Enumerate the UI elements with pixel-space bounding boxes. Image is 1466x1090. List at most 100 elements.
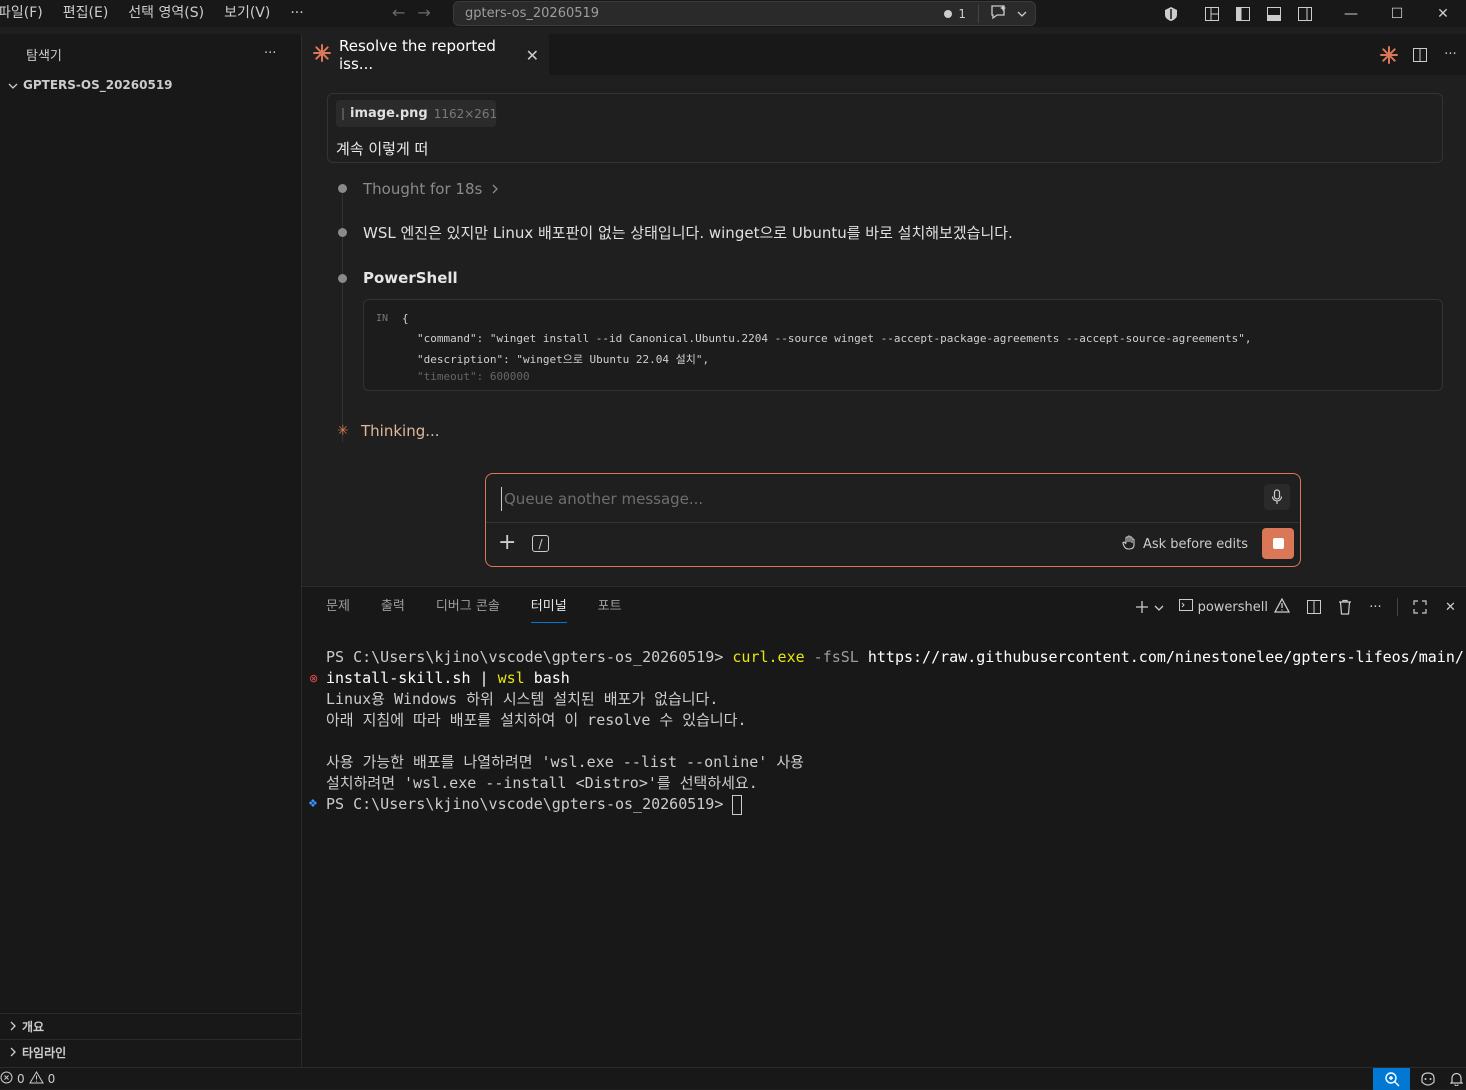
sidebar-header: 탐색기 ···: [0, 34, 301, 74]
close-tab-icon[interactable]: ✕: [526, 46, 539, 65]
back-arrow-icon[interactable]: ←: [392, 3, 405, 22]
tool-input-block[interactable]: IN { "command": "winget install --id Can…: [363, 299, 1443, 391]
more-actions-icon[interactable]: ···: [1435, 47, 1466, 62]
chevron-right-icon: [10, 1046, 16, 1060]
assistant-response: WSL 엔진은 있지만 Linux 배포판이 없는 상태입니다. winget으…: [363, 224, 1013, 242]
terminal-command: curl.exe: [732, 648, 805, 666]
timeline-dot: [338, 228, 347, 237]
terminal-cursor: [732, 794, 743, 815]
error-count: 0: [17, 1071, 25, 1086]
close-panel-icon[interactable]: ✕: [1435, 600, 1466, 615]
menu-edit[interactable]: 편집(E): [53, 0, 119, 27]
chevron-right-icon: [10, 1020, 16, 1034]
stop-button[interactable]: [1262, 528, 1294, 559]
bell-icon[interactable]: [1446, 1072, 1466, 1086]
outline-section[interactable]: 개요: [0, 1013, 301, 1039]
chat-editor: Resolve the reported iss... ✕ ··· image.…: [302, 34, 1466, 586]
user-message-text: 계속 이렇게 떠: [336, 140, 429, 158]
status-right: [1373, 1068, 1466, 1090]
split-editor-icon[interactable]: [1404, 47, 1435, 63]
tab-ports[interactable]: 포트: [598, 587, 622, 627]
command-center[interactable]: gpters-os_20260519 1: [453, 1, 1036, 26]
code-line: "timeout": 600000: [417, 370, 530, 383]
accounts-shield-icon[interactable]: [1155, 6, 1186, 22]
tool-label: PowerShell: [363, 269, 458, 287]
timeline-section[interactable]: 타임라인: [0, 1039, 301, 1065]
dirty-dot-icon: [944, 9, 953, 18]
terminal-output[interactable]: PS C:\Users\kjino\vscode\gpters-os_20260…: [326, 647, 1464, 815]
hand-icon: [1122, 535, 1136, 554]
tab-bar: Resolve the reported iss... ✕ ···: [302, 34, 1466, 75]
claude-sparkle-icon: [313, 44, 331, 66]
error-icon: [0, 1071, 13, 1087]
toggle-panel-icon[interactable]: [1258, 6, 1289, 22]
thought-toggle[interactable]: Thought for 18s: [363, 180, 499, 198]
permission-mode-button[interactable]: Ask before edits: [1122, 535, 1248, 554]
input-label: IN: [376, 313, 389, 324]
code-brace: {: [402, 312, 409, 325]
close-window-icon[interactable]: ✕: [1420, 6, 1466, 22]
toggle-secondary-sidebar-icon[interactable]: [1289, 6, 1320, 22]
terminal-command: wsl: [497, 669, 525, 687]
user-message: image.png 1162×261 계속 이렇게 떠: [327, 93, 1443, 163]
timeline-label: 타임라인: [22, 1046, 67, 1060]
menu-view[interactable]: 보기(V): [214, 0, 280, 27]
menu-more[interactable]: ···: [280, 0, 313, 27]
tab-label: Resolve the reported iss...: [339, 37, 496, 73]
command-decoration-icon[interactable]: ❖: [308, 797, 318, 810]
tab-chat-session[interactable]: Resolve the reported iss... ✕: [302, 34, 549, 75]
microphone-icon[interactable]: [1264, 484, 1290, 510]
more-actions-icon[interactable]: ···: [1360, 600, 1391, 615]
workspace-folder[interactable]: GPTERS-OS_20260519: [0, 74, 301, 96]
chevron-down-icon[interactable]: [1017, 6, 1027, 21]
divider: [978, 4, 979, 23]
problems-status[interactable]: 0 0: [0, 1070, 56, 1087]
terminal-shell-name[interactable]: powershell: [1198, 600, 1268, 615]
terminal-prompt: PS C:\Users\kjino\vscode\gpters-os_20260…: [326, 795, 733, 813]
forward-arrow-icon[interactable]: →: [417, 3, 430, 22]
chat-icon[interactable]: [989, 4, 1007, 24]
warning-count: 0: [47, 1071, 56, 1086]
sidebar-title: 탐색기: [26, 48, 62, 64]
tab-output[interactable]: 출력: [381, 587, 405, 627]
menu-bar: 파일(F) 편집(E) 선택 영역(S) 보기(V) ···: [0, 0, 314, 27]
zoom-icon[interactable]: [1373, 1068, 1410, 1090]
message-input[interactable]: [501, 487, 1241, 511]
copilot-icon[interactable]: [1410, 1072, 1446, 1086]
tab-problems[interactable]: 문제: [326, 587, 350, 627]
minimize-icon[interactable]: —: [1328, 6, 1374, 22]
chevron-right-icon: [492, 180, 499, 198]
toggle-sidebar-icon[interactable]: [1227, 6, 1258, 22]
split-terminal-icon[interactable]: [1298, 599, 1329, 615]
menu-file[interactable]: 파일(F): [0, 0, 53, 27]
claude-sparkle-icon[interactable]: [1373, 45, 1404, 64]
changes-count: 1: [958, 6, 966, 21]
timeline-dot: [338, 274, 347, 283]
warning-icon: [28, 1070, 44, 1087]
tab-terminal[interactable]: 터미널: [530, 587, 567, 627]
thinking-status: Thinking...: [361, 422, 440, 440]
new-terminal-icon[interactable]: [1130, 600, 1154, 614]
attachment-name: image.png: [350, 106, 428, 121]
chevron-down-icon: [8, 78, 18, 92]
maximize-panel-icon[interactable]: [1404, 600, 1435, 614]
customize-layout-icon[interactable]: [1196, 6, 1227, 22]
more-actions-icon[interactable]: ···: [264, 46, 276, 61]
add-attachment-icon[interactable]: +: [498, 532, 516, 554]
terminal-pipe: |: [470, 669, 498, 687]
image-thumbnail-icon: [342, 107, 344, 120]
tab-debug-console[interactable]: 디버그 콘솔: [436, 587, 500, 627]
slash-command-icon[interactable]: /: [532, 535, 549, 552]
code-line: "command": "winget install --id Canonica…: [417, 332, 1252, 345]
title-actions: — ☐ ✕: [1155, 0, 1466, 27]
terminal-line: 아래 지침에 따라 배포를 설치하여 이 resolve 수 있습니다.: [326, 711, 747, 729]
menu-selection[interactable]: 선택 영역(S): [118, 0, 214, 27]
outline-label: 개요: [22, 1020, 45, 1034]
trash-icon[interactable]: [1329, 599, 1360, 615]
command-error-icon[interactable]: ⊗: [309, 672, 318, 685]
chevron-down-icon[interactable]: [1154, 600, 1164, 615]
warning-icon[interactable]: [1273, 597, 1291, 617]
image-attachment[interactable]: image.png 1162×261: [336, 100, 497, 127]
terminal-arg: bash: [524, 669, 570, 687]
maximize-icon[interactable]: ☐: [1374, 6, 1420, 22]
